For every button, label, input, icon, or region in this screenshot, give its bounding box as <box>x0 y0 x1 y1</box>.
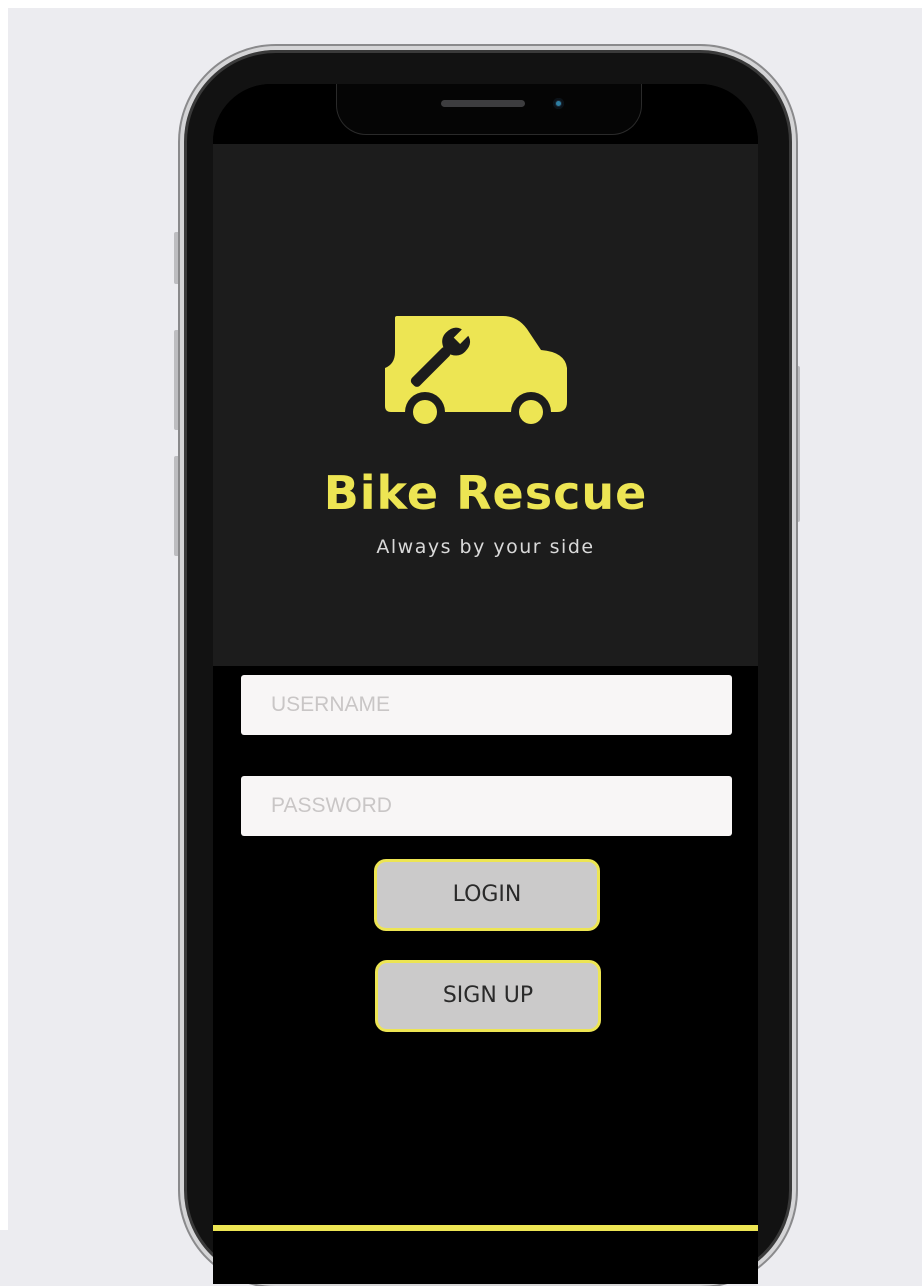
username-field[interactable] <box>241 675 732 735</box>
bottom-accent-bar <box>213 1225 758 1231</box>
brand-tagline: Always by your side <box>376 536 595 558</box>
login-button[interactable]: LOGIN <box>374 859 600 931</box>
brand-header: Bike Rescue Always by your side <box>213 144 758 666</box>
signup-button[interactable]: SIGN UP <box>375 960 601 1032</box>
front-camera <box>553 98 564 109</box>
phone-screen: Bike Rescue Always by your side LOGIN SI… <box>213 84 758 1284</box>
van-wrench-icon <box>385 316 567 432</box>
brand-name: Bike Rescue <box>323 466 648 520</box>
speaker-grille <box>441 100 525 107</box>
phone-notch <box>336 84 642 135</box>
password-field[interactable] <box>241 776 732 836</box>
page-margin-top <box>0 0 922 8</box>
page-margin-left <box>0 0 8 1230</box>
login-form: LOGIN SIGN UP <box>213 666 758 1284</box>
